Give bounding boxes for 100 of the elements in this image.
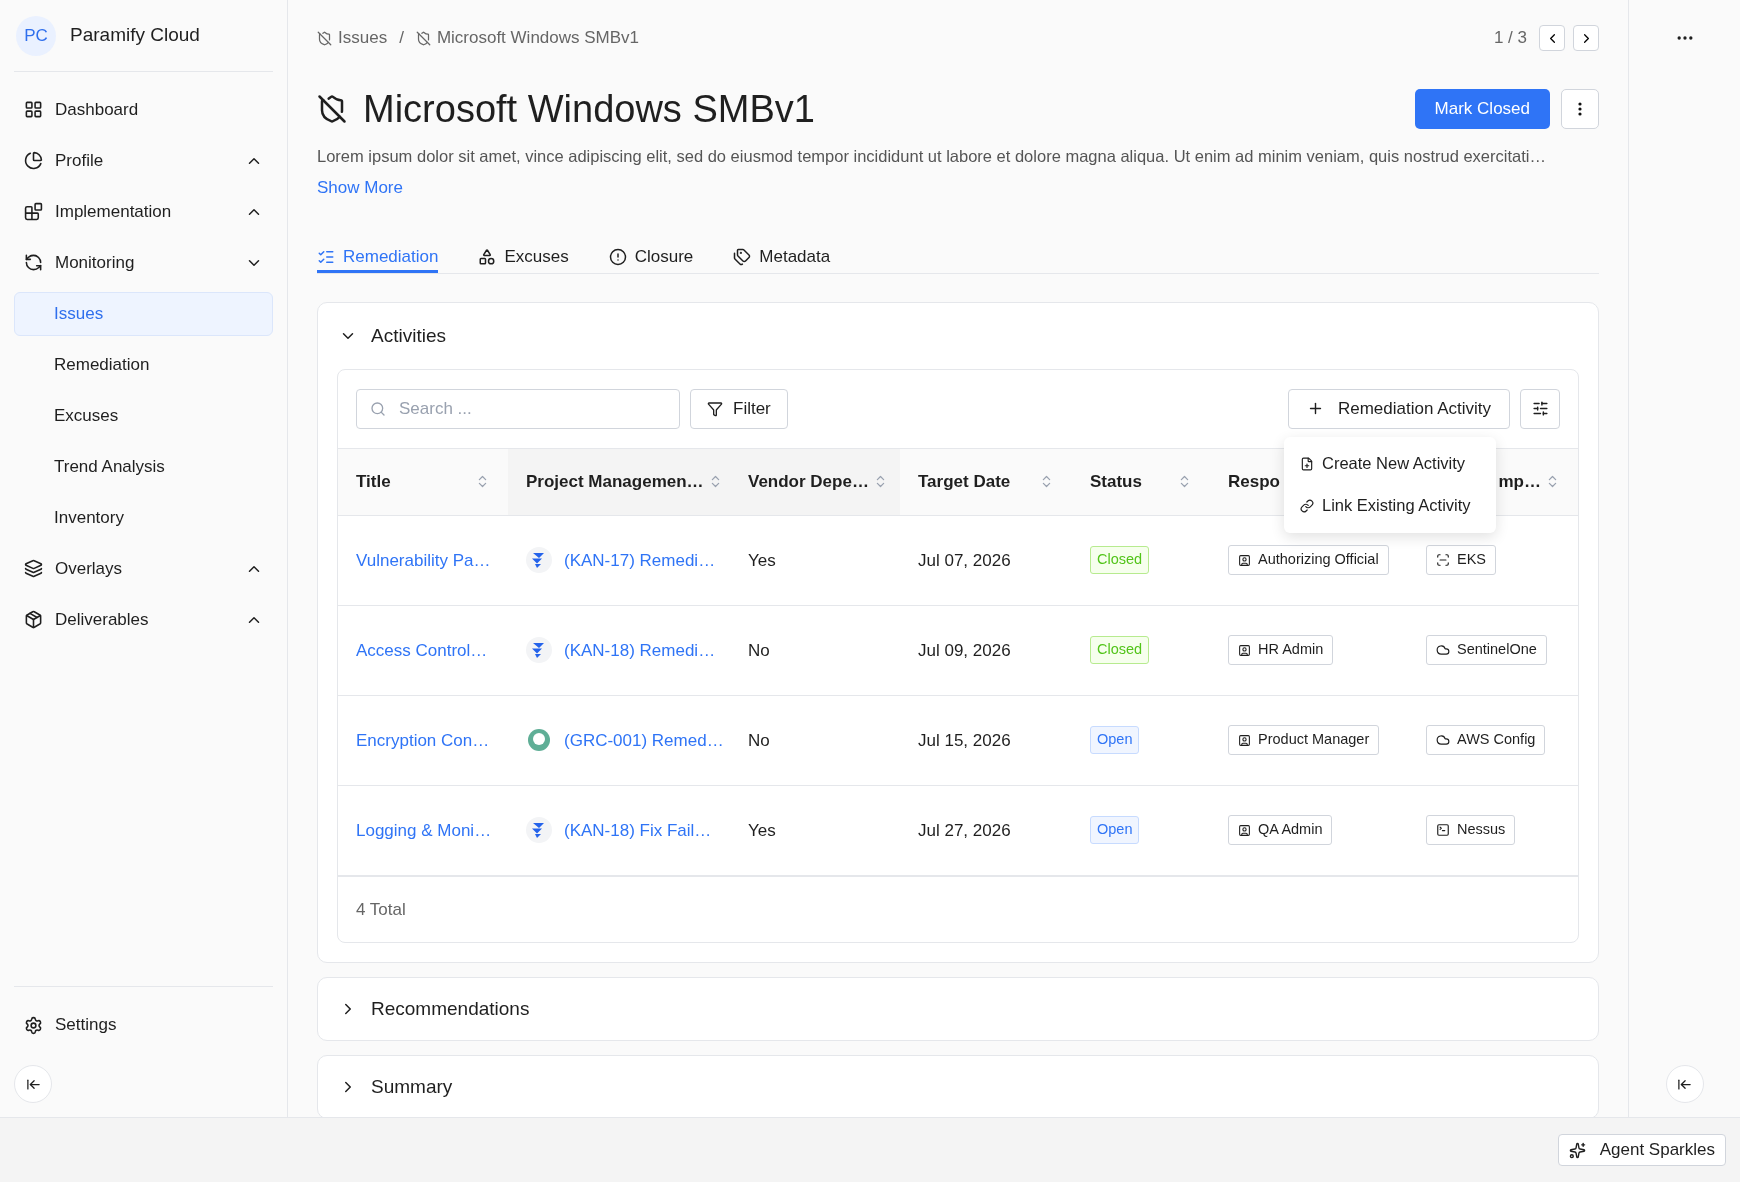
nav-icon [24,100,43,119]
filter-icon [707,400,723,417]
previous-button[interactable] [1539,25,1565,51]
title-link[interactable]: Access Control… [338,637,508,663]
filter-button[interactable]: Filter [690,388,788,429]
table-cell-text: No [747,729,771,752]
table-cell-text: Jul 15, 2026 [917,729,1012,752]
search-icon [370,400,386,417]
ticket-link[interactable]: (KAN-17) Remedi… [564,547,716,573]
jira-icon [526,547,552,574]
nav-icon [24,610,43,629]
tab[interactable]: Excuses [478,244,569,273]
title-link[interactable]: Logging & Moni… [338,817,508,843]
ticket-link[interactable]: (GRC-001) Remed… [564,727,724,753]
title-link[interactable]: Encryption Con… [338,727,508,753]
sliders-icon [1531,400,1549,418]
nav-subitem[interactable]: Inventory [14,495,273,540]
nav-item[interactable]: Profile [14,138,273,183]
link-icon [1300,498,1314,513]
breadcrumb-separator: / [399,27,404,50]
alert-circle-icon [608,248,627,266]
collapse-button[interactable] [1665,1065,1704,1103]
column-header[interactable]: Target Date [900,448,1072,515]
add-activity-button[interactable]: Remediation Activity [1287,388,1510,429]
column-header[interactable]: Project Managemen… [508,448,730,515]
title-link[interactable]: Vulnerability Pa… [338,547,508,573]
shield-off-icon [317,30,332,46]
column-header[interactable]: Vendor Depe… [730,448,900,515]
nav-icon [24,151,43,170]
shield-off-icon [415,30,431,46]
nav-subitem[interactable]: Excuses [14,393,273,438]
section-title: Activities [371,323,446,348]
show-more-link[interactable]: Show More [317,174,403,201]
next-button[interactable] [1573,25,1599,51]
component-tag: Nessus [1426,815,1516,846]
tab[interactable]: Remediation [317,244,439,273]
file-plus-icon [1300,456,1314,471]
jira-icon [526,817,552,844]
collapse-button[interactable] [14,1065,52,1103]
page-title: Microsoft Windows SMBv1 [363,86,816,132]
nav-icon [24,253,43,272]
ticket-link[interactable]: (KAN-18) Fix Fail… [564,817,712,843]
badge-icon [1238,553,1251,567]
nav-item[interactable]: Implementation [14,189,273,234]
component-tag: EKS [1426,545,1496,576]
column-header[interactable]: Title [338,448,508,515]
nav-item[interactable]: Monitoring [14,240,273,285]
nav-item[interactable]: Settings [14,1007,273,1043]
search-field[interactable]: Search ... [356,388,680,429]
tab[interactable]: Closure [608,244,694,273]
nav-subitem[interactable]: Remediation [14,342,273,387]
nav-subitem[interactable]: Trend Analysis [14,444,273,489]
terminal-icon [1436,823,1450,838]
status-badge: Open [1090,726,1140,755]
section-card[interactable]: Summary [317,1054,1599,1117]
role-tag: Authorizing Official [1228,545,1389,576]
description: Lorem ipsum dolor sit amet, vince adipiscing elit, sed do eiusmod tempor incididunt ut labore et dolore magna aliqua. Ut enim ad minim veniam, quis nostrud exercitati… [317,146,1547,167]
brand-name: Paramify Cloud [70,23,200,48]
breadcrumb-link[interactable]: Issues [338,25,388,51]
breadcrumb-link[interactable]: Microsoft Windows SMBv1 [436,25,640,51]
badge-icon [1238,643,1251,657]
table-cell-text: No [747,639,771,662]
sparkles-icon [1568,1141,1586,1159]
column-header[interactable]: mp… [1498,448,1560,515]
checklist-icon [317,248,335,266]
component-tag: SentinelOne [1426,635,1547,666]
nav-icon [24,202,43,221]
agent-button[interactable]: Agent Sparkles [1557,1134,1726,1166]
menu-item[interactable]: Create New Activity [1284,442,1496,485]
table-cell-text: Jul 07, 2026 [917,549,1012,572]
column-header[interactable]: Status [1072,448,1210,515]
shield-off-icon [317,94,347,124]
total-count: 4 Total [356,898,406,921]
mark-closed-button[interactable]: Mark Closed [1414,89,1550,129]
nav-item[interactable]: Overlays [14,546,273,591]
jira-icon [526,637,552,664]
tab[interactable]: Metadata [733,244,831,273]
pager-count: 1 / 3 [1493,27,1527,50]
ticket-link[interactable]: (KAN-18) Remedi… [564,637,716,663]
badge-icon [1238,823,1251,837]
shapes-icon [478,248,497,266]
nav-item[interactable]: Deliverables [14,597,273,642]
vertical-dots-icon [1578,102,1582,116]
component-tag: AWS Config [1426,725,1546,756]
section-card[interactable]: Recommendations [317,976,1599,1041]
table-cell-text: Jul 09, 2026 [917,639,1012,662]
nav-subitem[interactable]: Issues [14,291,273,336]
column-settings-button[interactable] [1520,388,1560,429]
settings-icon [24,1015,43,1035]
table-cell-text: Yes [747,549,777,572]
menu-item[interactable]: Link Existing Activity [1284,484,1496,527]
status-badge: Open [1090,816,1140,845]
table-cell-text: Jul 27, 2026 [917,819,1012,842]
nav-icon [24,559,43,578]
cloud-icon [1436,733,1450,748]
nav-item[interactable]: Dashboard [14,87,273,132]
brand-avatar: PC [16,15,56,56]
role-tag: Product Manager [1228,725,1380,756]
cloud-icon [1436,643,1450,658]
role-tag: HR Admin [1228,635,1334,666]
